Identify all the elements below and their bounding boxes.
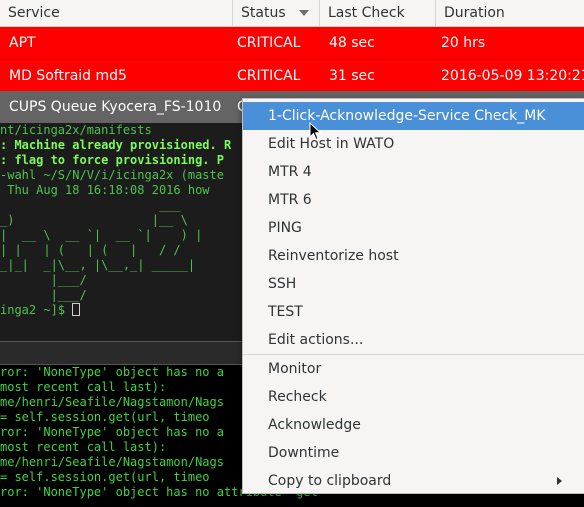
last-check-cell: 31 sec — [329, 67, 375, 84]
menu-item-copy-to-clipboard[interactable]: Copy to clipboard — [243, 467, 584, 495]
menu-item-acknowledge[interactable]: Acknowledge — [243, 411, 584, 439]
column-header-label: Duration — [444, 5, 505, 21]
table-header: Service Status Last Check Duration — [0, 0, 584, 27]
column-header-last-check[interactable]: Last Check — [320, 0, 436, 26]
prompt-text: inga2 ~]$ — [0, 303, 73, 317]
menu-item-label: Copy to clipboard — [268, 473, 392, 489]
column-header-label: Service — [8, 5, 60, 21]
menu-item-test[interactable]: TEST — [243, 298, 584, 326]
service-cell: CUPS Queue Kyocera_FS-1010 — [9, 99, 222, 115]
duration-cell: 20 hrs — [441, 35, 486, 51]
last-check-cell: 48 sec — [329, 35, 375, 51]
menu-item-recheck[interactable]: Recheck — [243, 383, 584, 411]
context-menu: 1-Click-Acknowledge-Service Check_MK Edi… — [242, 98, 584, 494]
menu-item-1-click-acknowledge[interactable]: 1-Click-Acknowledge-Service Check_MK — [243, 102, 584, 130]
menu-item-mtr4[interactable]: MTR 4 — [243, 158, 584, 186]
column-header-service[interactable]: Service — [0, 0, 233, 26]
menu-item-mtr6[interactable]: MTR 6 — [243, 186, 584, 214]
terminal-cursor — [72, 303, 81, 316]
column-header-duration[interactable]: Duration — [436, 0, 584, 26]
menu-item-edit-host-wato[interactable]: Edit Host in WATO — [243, 130, 584, 158]
status-cell: CRITICAL — [237, 67, 301, 84]
column-header-label: Last Check — [328, 5, 405, 21]
table-row[interactable]: MD Softraid md5 CRITICAL 31 sec 2016-05-… — [0, 59, 584, 91]
menu-item-reinventorize-host[interactable]: Reinventorize host — [243, 242, 584, 270]
menu-item-ssh[interactable]: SSH — [243, 270, 584, 298]
status-cell: CRITICAL — [237, 35, 301, 51]
menu-item-downtime[interactable]: Downtime — [243, 439, 584, 467]
table-row[interactable]: APT CRITICAL 48 sec 20 hrs — [0, 27, 584, 59]
mouse-pointer-icon — [309, 122, 322, 141]
menu-item-ping[interactable]: PING — [243, 214, 584, 242]
sort-descending-icon — [299, 10, 309, 16]
menu-item-edit-actions[interactable]: Edit actions... — [243, 326, 584, 354]
column-header-label: Status — [241, 5, 286, 21]
service-cell: MD Softraid md5 — [9, 67, 127, 84]
submenu-arrow-icon — [557, 477, 562, 485]
column-header-status[interactable]: Status — [233, 0, 320, 26]
menu-item-monitor[interactable]: Monitor — [243, 355, 584, 383]
duration-cell: 2016-05-09 13:20:21 — [441, 67, 584, 84]
service-cell: APT — [9, 35, 36, 51]
